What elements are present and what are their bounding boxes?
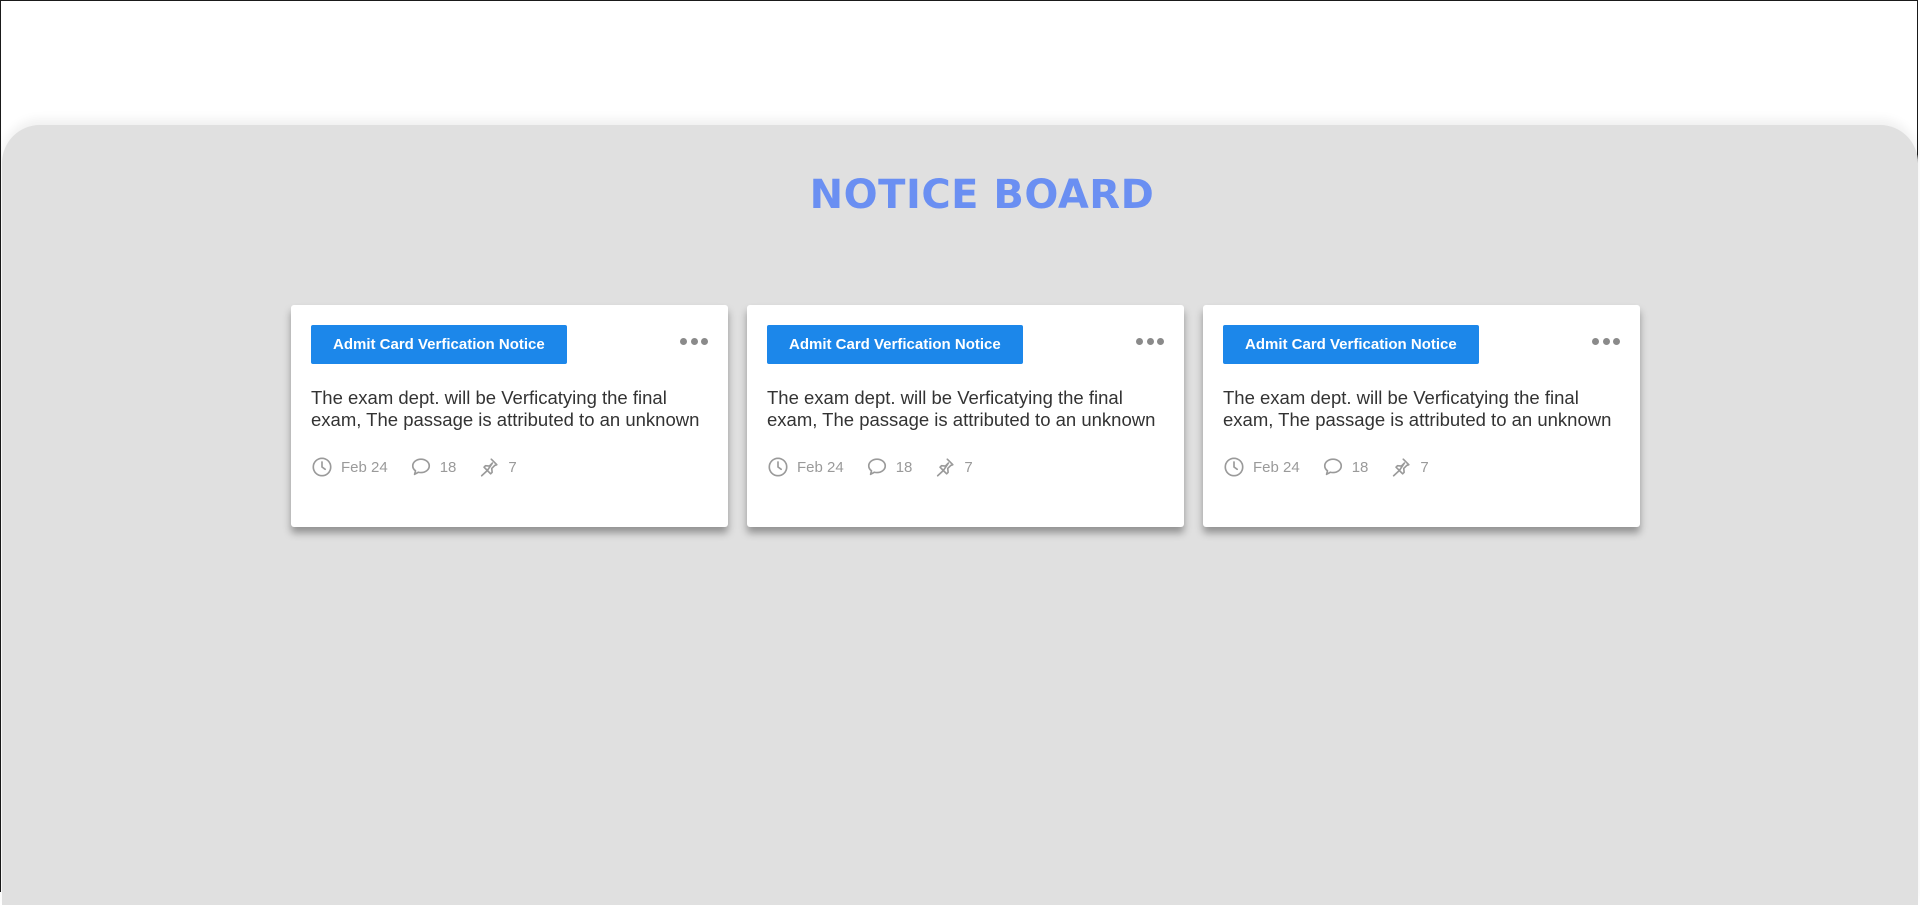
- menu-dot: [1592, 337, 1599, 345]
- notice-card[interactable]: Admit Card Verfication Notice The exam d…: [1203, 305, 1640, 527]
- menu-dot: [690, 337, 698, 345]
- pin-icon: [937, 458, 955, 477]
- menu-dot: [701, 337, 708, 345]
- page-title: NOTICE BOARD: [809, 172, 1155, 218]
- notice-date-text: Feb 24: [1253, 458, 1300, 476]
- notice-tag-button[interactable]: Admit Card Verfication Notice: [767, 325, 1023, 364]
- notice-pins[interactable]: 7: [478, 456, 517, 478]
- notice-pins[interactable]: 7: [1390, 456, 1429, 478]
- menu-dot: [1136, 337, 1143, 345]
- notice-card[interactable]: Admit Card Verfication Notice The exam d…: [747, 305, 1184, 527]
- notice-date: Feb 24: [1223, 456, 1300, 478]
- notice-tag-button[interactable]: Admit Card Verfication Notice: [311, 325, 567, 364]
- menu-dot: [1602, 337, 1610, 345]
- clock-icon: [312, 457, 332, 477]
- menu-dot: [1157, 337, 1164, 345]
- notice-date-text: Feb 24: [797, 458, 844, 476]
- clock-icon: [1224, 457, 1244, 477]
- comment-icon: [1323, 458, 1342, 476]
- notice-comment-count: 18: [1351, 458, 1369, 476]
- more-horizontal-icon[interactable]: [1592, 336, 1620, 346]
- notice-card-list: Admit Card Verfication Notice The exam d…: [291, 305, 1640, 527]
- notice-meta: Feb 24 18 7: [767, 456, 995, 478]
- notice-comment-count: 18: [895, 458, 913, 476]
- notice-pin-count: 7: [508, 458, 517, 476]
- menu-dot: [1613, 337, 1620, 345]
- notice-date-text: Feb 24: [341, 458, 388, 476]
- notice-date: Feb 24: [311, 456, 388, 478]
- notice-comments[interactable]: 18: [410, 456, 457, 478]
- notice-description: The exam dept. will be Verficatying the …: [311, 387, 700, 430]
- notice-meta: Feb 24 18 7: [1223, 456, 1451, 478]
- notice-comments[interactable]: 18: [866, 456, 913, 478]
- menu-dot: [680, 337, 687, 345]
- notice-tag-button[interactable]: Admit Card Verfication Notice: [1223, 325, 1479, 364]
- notice-pin-count: 7: [1420, 458, 1429, 476]
- more-horizontal-icon[interactable]: [680, 336, 708, 346]
- notice-card[interactable]: Admit Card Verfication Notice The exam d…: [291, 305, 728, 527]
- pin-icon: [481, 458, 499, 477]
- comment-icon: [411, 458, 430, 476]
- notice-description: The exam dept. will be Verficatying the …: [767, 387, 1156, 430]
- notice-pins[interactable]: 7: [934, 456, 973, 478]
- clock-icon: [768, 457, 788, 477]
- more-horizontal-icon[interactable]: [1136, 336, 1164, 346]
- menu-dot: [1146, 337, 1154, 345]
- notice-date: Feb 24: [767, 456, 844, 478]
- comment-icon: [867, 458, 886, 476]
- notice-meta: Feb 24 18 7: [311, 456, 539, 478]
- notice-description: The exam dept. will be Verficatying the …: [1223, 387, 1612, 430]
- notice-comments[interactable]: 18: [1322, 456, 1369, 478]
- notice-comment-count: 18: [439, 458, 457, 476]
- notice-pin-count: 7: [964, 458, 973, 476]
- pin-icon: [1393, 458, 1411, 477]
